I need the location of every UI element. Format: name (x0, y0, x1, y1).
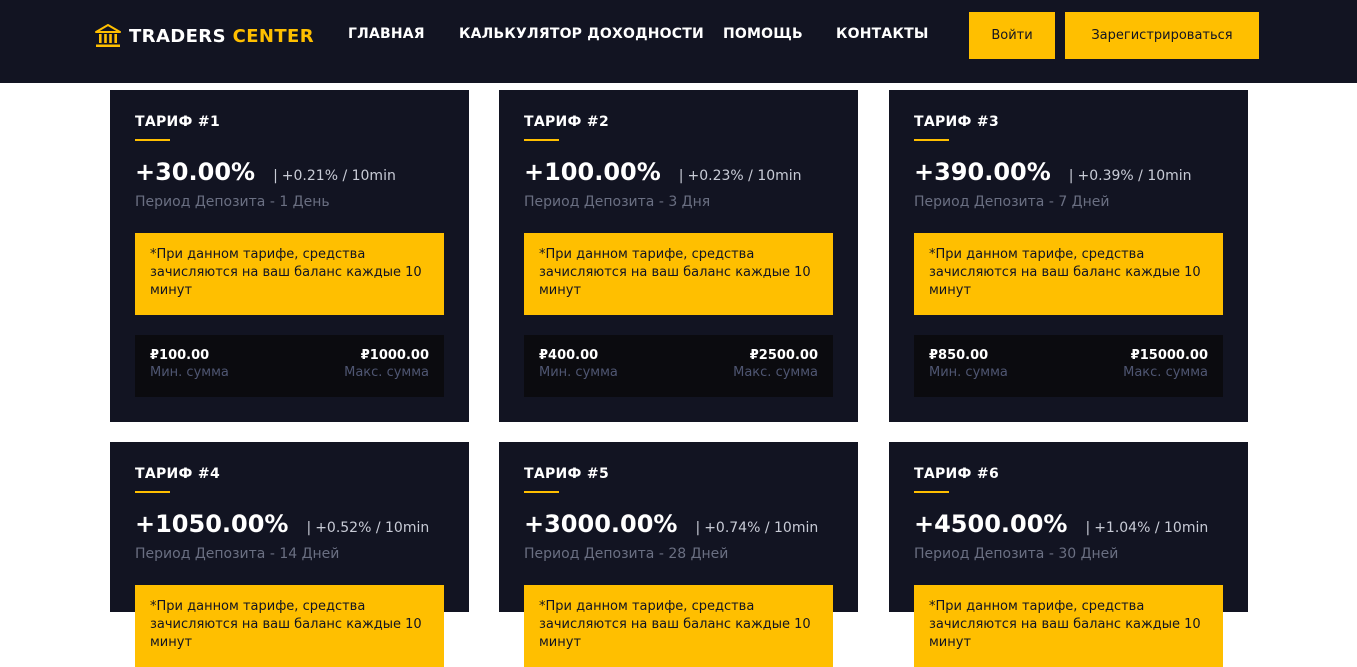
total-percent: +100.00% (524, 158, 661, 186)
rate-separator: | (678, 168, 684, 184)
title-underline (524, 139, 559, 141)
min-amount: ₽850.00 (929, 348, 989, 363)
deposit-period: Период Депозита - 3 Дня (524, 194, 711, 210)
rate-separator: | (1085, 520, 1091, 536)
tariff-note: *При данном тарифе, средства зачисляются… (135, 233, 444, 315)
rate-row: +100.00% | +0.23% / 10min (524, 158, 802, 186)
total-percent: +4500.00% (914, 510, 1068, 538)
total-percent: +3000.00% (524, 510, 678, 538)
total-percent: +1050.00% (135, 510, 289, 538)
tariff-title: ТАРИФ #3 (914, 114, 999, 130)
max-amount-label: Макс. сумма (733, 365, 818, 380)
tariff-card-5: ТАРИФ #5 +3000.00% | +0.74% / 10min Период Д… (499, 442, 858, 667)
rate-per-interval: +0.52% / 10min (315, 520, 430, 536)
rate-separator: | (695, 520, 701, 536)
rate-separator: | (306, 520, 312, 536)
login-button[interactable]: Войти (969, 12, 1055, 59)
tariff-card-4: ТАРИФ #4 +1050.00% | +0.52% / 10min Период Д… (110, 442, 469, 667)
title-underline (135, 139, 170, 141)
min-amount: ₽100.00 (150, 348, 210, 363)
rate-row: +390.00% | +0.39% / 10min (914, 158, 1192, 186)
bank-building-icon (95, 24, 121, 48)
rate-per-interval: +0.39% / 10min (1077, 168, 1192, 184)
nav-help[interactable]: ПОМОЩЬ (723, 26, 803, 42)
nav-contacts[interactable]: КОНТАКТЫ (836, 26, 929, 42)
tariff-note: *При данном тарифе, средства зачисляются… (524, 233, 833, 315)
deposit-period: Период Депозита - 14 Дней (135, 546, 340, 562)
rate-per-interval: +0.74% / 10min (704, 520, 819, 536)
register-button[interactable]: Зарегистрироваться (1065, 12, 1259, 59)
tariff-note: *При данном тарифе, средства зачисляются… (135, 585, 444, 667)
max-amount: ₽2500.00 (749, 348, 818, 363)
max-amount-label: Макс. сумма (344, 365, 429, 380)
top-navbar: TRADERS CENTER ГЛАВНАЯ КАЛЬКУЛЯТОР ДОХОД… (0, 0, 1357, 83)
deposit-period: Период Депозита - 1 День (135, 194, 330, 210)
tariff-note: *При данном тарифе, средства зачисляются… (524, 585, 833, 667)
min-amount-label: Мин. сумма (539, 365, 618, 380)
tariff-title: ТАРИФ #5 (524, 466, 609, 482)
rate-separator: | (1068, 168, 1074, 184)
title-underline (524, 491, 559, 493)
tariff-note: *При данном тарифе, средства зачисляются… (914, 233, 1223, 315)
amount-box: ₽100.00 Мин. сумма ₽1000.00 Макс. сумма (135, 335, 444, 397)
max-amount-label: Макс. сумма (1123, 365, 1208, 380)
tariff-card-6: ТАРИФ #6 +4500.00% | +1.04% / 10min Период Д… (889, 442, 1248, 667)
deposit-period: Период Депозита - 28 Дней (524, 546, 729, 562)
title-underline (135, 491, 170, 493)
logo-main-text: TRADERS (129, 25, 226, 47)
max-amount: ₽15000.00 (1130, 348, 1208, 363)
tariff-title: ТАРИФ #4 (135, 466, 220, 482)
logo[interactable]: TRADERS CENTER (95, 22, 314, 50)
amount-box: ₽400.00 Мин. сумма ₽2500.00 Макс. сумма (524, 335, 833, 397)
min-amount: ₽400.00 (539, 348, 599, 363)
tariff-card-1: ТАРИФ #1 +30.00% | +0.21% / 10min Период Деп… (110, 90, 469, 422)
tariff-card-3: ТАРИФ #3 +390.00% | +0.39% / 10min Период Де… (889, 90, 1248, 422)
tariff-note: *При данном тарифе, средства зачисляются… (914, 585, 1223, 667)
nav-calculator[interactable]: КАЛЬКУЛЯТОР ДОХОДНОСТИ (459, 26, 704, 42)
total-percent: +30.00% (135, 158, 256, 186)
logo-accent-text: CENTER (232, 25, 315, 47)
amount-box: ₽850.00 Мин. сумма ₽15000.00 Макс. сумма (914, 335, 1223, 397)
tariff-title: ТАРИФ #1 (135, 114, 220, 130)
tariff-card-2: ТАРИФ #2 +100.00% | +0.23% / 10min Период Де… (499, 90, 858, 422)
deposit-period: Период Депозита - 30 Дней (914, 546, 1119, 562)
min-amount-label: Мин. сумма (150, 365, 229, 380)
tariff-title: ТАРИФ #2 (524, 114, 609, 130)
total-percent: +390.00% (914, 158, 1051, 186)
deposit-period: Период Депозита - 7 Дней (914, 194, 1110, 210)
min-amount-label: Мин. сумма (929, 365, 1008, 380)
rate-row: +1050.00% | +0.52% / 10min (135, 510, 429, 538)
tariff-title: ТАРИФ #6 (914, 466, 999, 482)
title-underline (914, 491, 949, 493)
rate-per-interval: +0.23% / 10min (687, 168, 802, 184)
rate-separator: | (273, 168, 278, 184)
max-amount: ₽1000.00 (360, 348, 429, 363)
rate-per-interval: +1.04% / 10min (1094, 520, 1209, 536)
rate-row: +3000.00% | +0.74% / 10min (524, 510, 818, 538)
rate-per-interval: +0.21% / 10min (281, 168, 396, 184)
title-underline (914, 139, 949, 141)
nav-home[interactable]: ГЛАВНАЯ (348, 26, 425, 42)
logo-text: TRADERS CENTER (129, 26, 314, 47)
rate-row: +30.00% | +0.21% / 10min (135, 158, 396, 186)
rate-row: +4500.00% | +1.04% / 10min (914, 510, 1208, 538)
